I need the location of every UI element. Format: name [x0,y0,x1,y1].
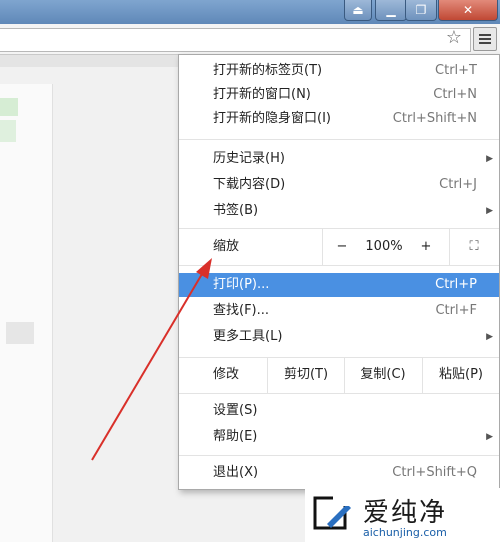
blurred-content [0,120,16,142]
menu-item-new-tab[interactable]: 打开新的标签页(T) Ctrl+T [179,59,499,83]
paste-button[interactable]: 粘贴(P) [423,357,499,393]
menu-item-exit[interactable]: 退出(X) Ctrl+Shift+Q [179,461,499,485]
menu-item-new-incognito-window[interactable]: 打开新的隐身窗口(I) Ctrl+Shift+N [179,107,499,131]
browser-toolbar [0,24,500,55]
menu-item-label: 帮助(E) [213,429,258,444]
menu-item-shortcut: Ctrl+J [439,177,477,192]
aichunjing-logo-icon [313,494,351,530]
menu-item-shortcut: Ctrl+P [435,277,477,292]
menu-item-label: 打开新的窗口(N) [213,87,311,102]
menu-item-label: 书签(B) [213,203,259,218]
address-bar[interactable] [0,28,471,52]
close-button[interactable]: ✕ [438,0,498,21]
profile-button[interactable]: ⏏ [344,0,372,21]
fullscreen-icon[interactable]: ⛶ [457,229,491,265]
chrome-main-menu: 打开新的标签页(T) Ctrl+T 打开新的窗口(N) Ctrl+N 打开新的隐… [178,54,500,490]
menu-item-bookmarks[interactable]: 书签(B) ▶ [179,199,499,223]
menu-item-more-tools[interactable]: 更多工具(L) ▶ [179,325,499,349]
zoom-level: 100% [365,239,403,254]
menu-item-new-window[interactable]: 打开新的窗口(N) Ctrl+N [179,83,499,107]
menu-item-label: 打开新的标签页(T) [213,63,323,78]
menu-line-icon [479,42,491,44]
page-header-strip [0,55,180,67]
menu-item-print[interactable]: 打印(P)... Ctrl+P [179,273,499,297]
zoom-in-button[interactable]: + [413,229,439,265]
menu-item-label: 打开新的隐身窗口(I) [213,111,331,126]
chrome-menu-button[interactable] [473,27,497,51]
watermark-url: aichunjing.com [363,526,447,539]
zoom-divider [322,229,323,265]
menu-item-history[interactable]: 历史记录(H) ▶ [179,147,499,171]
edit-label: 修改 [213,367,240,382]
menu-separator [179,393,499,394]
watermark-text: 爱纯净 [363,498,448,528]
menu-item-shortcut: Ctrl+Shift+N [392,111,477,126]
menu-item-label: 历史记录(H) [213,151,285,166]
blurred-content [0,98,18,116]
zoom-divider [449,229,450,265]
menu-item-shortcut: Ctrl+F [435,303,477,318]
watermark: 爱纯净 aichunjing.com [305,488,500,542]
menu-item-shortcut: Ctrl+N [433,87,477,102]
edit-row: 修改 剪切(T) 复制(C) 粘贴(P) [179,357,499,393]
zoom-out-button[interactable]: − [329,229,355,265]
menu-item-label: 设置(S) [213,403,258,418]
menu-item-shortcut: Ctrl+Shift+Q [392,465,477,480]
menu-item-label: 退出(X) [213,465,259,480]
blurred-content [6,322,34,344]
page-left-panel [0,84,53,542]
copy-button[interactable]: 复制(C) [345,357,421,393]
menu-item-find[interactable]: 查找(F)... Ctrl+F [179,299,499,323]
submenu-arrow-icon: ▶ [486,206,493,216]
menu-separator [179,139,499,140]
menu-item-label: 下载内容(D) [213,177,286,192]
menu-item-label: 更多工具(L) [213,329,283,344]
menu-line-icon [479,38,491,40]
menu-separator [179,265,499,266]
menu-item-downloads[interactable]: 下载内容(D) Ctrl+J [179,173,499,197]
maximize-button[interactable]: ❐ [405,0,437,21]
menu-item-label: 打印(P)... [213,277,270,292]
submenu-arrow-icon: ▶ [486,154,493,164]
menu-item-settings[interactable]: 设置(S) [179,399,499,423]
menu-item-label: 查找(F)... [213,303,270,318]
zoom-label: 缩放 [213,239,240,254]
menu-separator [179,455,499,456]
cut-button[interactable]: 剪切(T) [268,357,344,393]
zoom-row: 缩放 − 100% + ⛶ [179,229,499,265]
minimize-button[interactable]: ▁ [375,0,407,21]
menu-item-shortcut: Ctrl+T [435,63,477,78]
submenu-arrow-icon: ▶ [486,432,493,442]
menu-item-help[interactable]: 帮助(E) ▶ [179,425,499,449]
star-icon[interactable]: ☆ [444,28,464,48]
menu-line-icon [479,34,491,36]
submenu-arrow-icon: ▶ [486,332,493,342]
